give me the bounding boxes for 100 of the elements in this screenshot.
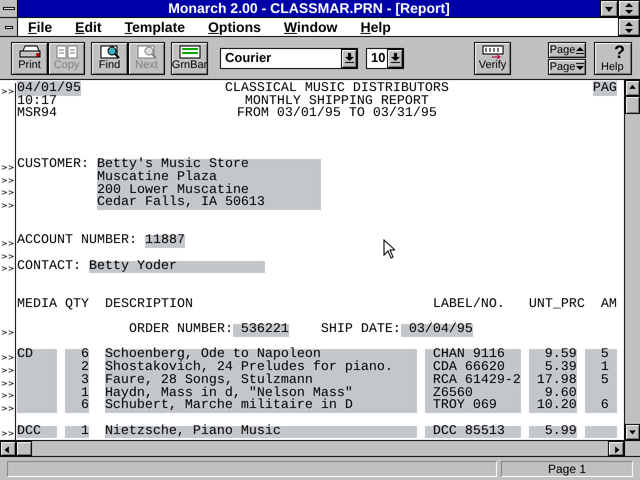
report-date: 04/01/95 [17,81,81,96]
line-marker: >> [1,265,14,274]
page-label: PAG [592,81,617,96]
printer-icon [16,45,42,59]
line-marker: >> [1,366,14,375]
column-header: AM [600,296,617,312]
label-cell: Z6560 [424,388,521,400]
page-up-button[interactable]: Page [548,42,586,58]
ruled-paper-icon [176,45,202,59]
customer-field: Cedar Falls, IA 50613 [96,197,321,210]
field-label: CUSTOMER: [17,159,90,172]
account-field: 11887 [144,235,185,248]
restore-icon [624,2,634,15]
label-cell: CHAN 9116 [424,349,521,362]
qty-cell: 6 [64,349,89,362]
qty-cell: 1 [64,426,89,438]
counter-icon [482,45,504,59]
description-cell: Schubert, Marche militaire in D [104,400,417,413]
amount-cell [584,426,617,438]
line-marker: >> [1,240,14,248]
label-cell: DCC 85513 [424,426,521,438]
system-menu-button[interactable] [0,0,18,17]
menu-item[interactable]: Options [206,18,263,36]
maximize-button[interactable] [618,0,640,17]
restore-button[interactable] [618,18,640,36]
line-marker: >> [1,189,14,198]
window-title: Monarch 2.00 - CLASSMAR.PRN - [Report] [167,0,451,17]
description-cell: Nietzsche, Piano Music [104,426,417,438]
price-cell: 17.98 [528,374,577,388]
line-marker: >> [1,430,14,438]
menu-item[interactable]: Window [282,18,340,36]
menu-item[interactable]: Edit [73,18,104,36]
price-cell: 5.99 [528,426,577,438]
qty-cell: 3 [64,374,89,388]
menu-item[interactable]: File [26,18,54,36]
minimize-button[interactable] [600,0,618,17]
column-header: DESCRIPTION [104,296,193,312]
order-number-field: 536221 [232,324,289,337]
amount-cell: 5 [584,349,617,362]
line-marker: >> [1,252,14,261]
line-marker: >> [1,380,14,388]
print-button[interactable]: Print [11,42,48,74]
media-cell [17,400,57,413]
line-marker: >> [1,354,14,362]
ship-date-field: 03/04/95 [400,324,473,337]
copy-icon [54,45,80,59]
report-heading: CLASSICAL MUSIC DISTRIBUTORS [224,83,450,96]
dropdown-arrow-icon [344,53,354,63]
qty-cell: 6 [64,400,89,413]
field-label: ACCOUNT NUMBER: [17,235,138,248]
horizontal-scrollbar[interactable] [0,441,624,456]
line-marker: >> [1,88,14,96]
restore-icon [624,20,634,34]
scroll-thumb[interactable] [625,96,640,114]
column-header: MEDIA [17,296,57,312]
line-marker: >> [1,202,14,210]
price-cell: 9.59 [528,349,577,362]
font-select[interactable]: Courier [220,48,358,68]
verify-button[interactable]: Verify [474,42,511,74]
report-date: MSR94 [17,106,57,122]
label-cell: TROY 069 [424,400,521,413]
up-arrow-icon [576,46,584,54]
column-header: QTY [64,296,89,312]
report-heading: FROM 03/01/95 TO 03/31/95 [236,108,438,122]
down-arrow-icon [576,62,584,70]
price-cell: 9.60 [528,388,577,400]
grnbar-button[interactable]: GrnBar [171,42,208,74]
page-down-button[interactable]: Page [548,58,586,74]
size-select[interactable]: 10 [366,48,404,68]
line-marker: >> [1,404,14,413]
find-button[interactable]: Find [91,42,128,74]
contact-field: Betty Yoder [88,260,265,274]
line-marker: >> [1,328,14,337]
amount-cell: 1 [584,362,617,375]
line-marker: >> [1,164,14,172]
media-cell: CD [17,349,57,362]
menu-item[interactable]: Template [122,18,188,36]
label-cell: CDA 66620 [424,362,521,375]
dropdown-arrow-icon [390,53,400,63]
price-cell: 10.20 [528,400,577,413]
line-marker: >> [1,392,14,400]
column-header: UNT_PRC [528,296,585,312]
label-cell: RCA 61429-2 [424,374,521,388]
qty-cell: 2 [64,362,89,375]
amount-cell: 5 [584,374,617,388]
column-header: LABEL/NO. [432,296,505,312]
scroll-thumb[interactable] [16,441,32,456]
page-status: Page 1 [501,460,633,476]
help-button[interactable]: ? Help [594,42,632,74]
amount-cell: 6 [584,400,617,413]
media-cell: DCC [17,426,57,438]
menu-item[interactable]: Help [358,18,393,36]
field-label: ORDER NUMBER: [128,324,233,337]
field-label: CONTACT: [17,260,82,274]
price-cell: 5.39 [528,362,577,375]
vertical-scrollbar[interactable] [624,80,640,440]
field-label: SHIP DATE: [320,324,401,337]
document-menu-button[interactable] [0,18,18,36]
qty-cell: 1 [64,388,89,400]
mouse-pointer-icon [383,239,395,259]
